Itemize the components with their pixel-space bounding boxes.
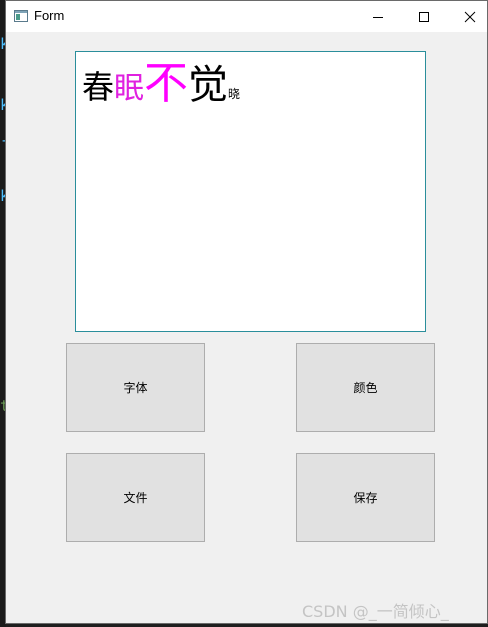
form-window: Form 春眠不觉晓 字体 颜色 文件 保存 CSDN @_一简倾心_ [5, 0, 488, 624]
poem-char: 春 [82, 68, 115, 106]
app-window-icon [14, 10, 28, 22]
color-button[interactable]: 颜色 [296, 343, 435, 432]
close-icon [464, 11, 476, 22]
maximize-button[interactable] [401, 1, 447, 32]
minimize-icon [373, 16, 383, 18]
font-button[interactable]: 字体 [66, 343, 205, 432]
file-button[interactable]: 文件 [66, 453, 205, 542]
poem-char: 不 [144, 58, 189, 109]
poem-char: 眠 [114, 71, 145, 106]
window-title: Form [34, 8, 65, 23]
poem-char: 觉 [188, 62, 229, 108]
save-button[interactable]: 保存 [296, 453, 435, 542]
maximize-icon [419, 11, 429, 22]
poem-char: 晓 [228, 87, 241, 101]
poem-line: 春眠不觉晓 [82, 62, 240, 106]
close-button[interactable] [447, 1, 488, 32]
watermark: CSDN @_一简倾心_ [302, 602, 449, 621]
rich-text-editor[interactable]: 春眠不觉晓 [75, 51, 426, 332]
title-bar[interactable]: Form [6, 1, 487, 32]
minimize-button[interactable] [355, 1, 401, 32]
